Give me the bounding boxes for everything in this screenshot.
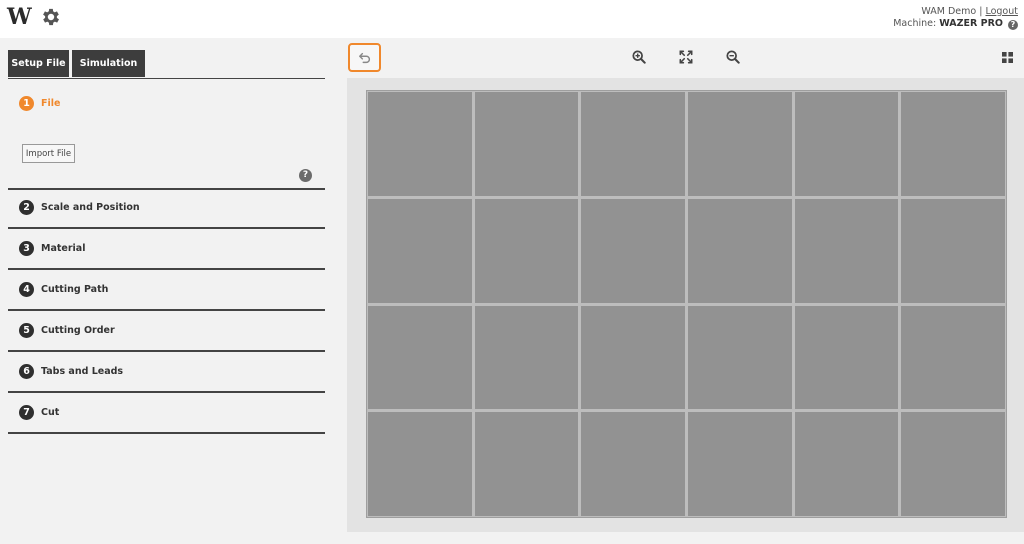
step-label: Cut xyxy=(41,407,60,418)
machine-label: Machine: xyxy=(893,18,937,29)
panel-tabs: Setup File Simulation xyxy=(8,50,325,79)
step-label: Tabs and Leads xyxy=(41,366,124,377)
step-scale-position[interactable]: 2 Scale and Position xyxy=(8,188,325,229)
grid-cell xyxy=(901,412,1005,516)
undo-button[interactable] xyxy=(348,43,381,72)
canvas-toolbar xyxy=(347,38,1024,78)
grid-cell xyxy=(474,412,579,516)
grid-cell xyxy=(368,412,472,516)
machine-help-icon[interactable]: ? xyxy=(1008,20,1018,30)
step-label: Scale and Position xyxy=(41,202,140,213)
user-name: WAM Demo xyxy=(921,6,977,17)
step-cutting-path[interactable]: 4 Cutting Path xyxy=(8,270,325,311)
step-number: 3 xyxy=(19,241,34,256)
grid-cell xyxy=(474,92,579,196)
step-label: Material xyxy=(41,243,86,254)
grid-cell xyxy=(368,305,472,410)
grid-cell xyxy=(368,198,472,303)
help-icon[interactable]: ? xyxy=(299,169,312,182)
step-label[interactable]: File xyxy=(41,96,60,111)
grid-cell xyxy=(687,92,792,196)
grid-cell xyxy=(901,305,1005,410)
step-cutting-order[interactable]: 5 Cutting Order xyxy=(8,311,325,352)
tab-simulation[interactable]: Simulation xyxy=(72,50,145,77)
grid-cell xyxy=(581,92,685,196)
import-file-button[interactable]: Import File xyxy=(22,144,75,163)
zoom-out-icon[interactable] xyxy=(726,50,740,64)
grid-cell xyxy=(901,198,1005,303)
grid-cell xyxy=(581,412,685,516)
zoom-in-icon[interactable] xyxy=(632,50,646,64)
tab-setup-file[interactable]: Setup File xyxy=(8,50,69,77)
grid-cell xyxy=(687,412,792,516)
account-info: WAM Demo | Logout Machine: WAZER PRO ? xyxy=(893,6,1018,30)
grid-cell xyxy=(901,92,1005,196)
app-header: W WAM Demo | Logout Machine: WAZER PRO ? xyxy=(0,0,1024,38)
setup-panel: Setup File Simulation 1 File Import File… xyxy=(0,38,333,544)
logout-link[interactable]: Logout xyxy=(985,6,1018,17)
grid-cell xyxy=(794,305,899,410)
step-cut[interactable]: 7 Cut xyxy=(8,393,325,434)
grid-cell xyxy=(474,198,579,303)
undo-icon xyxy=(359,52,370,64)
grid-cell xyxy=(581,198,685,303)
grid-cell xyxy=(368,92,472,196)
step-material[interactable]: 3 Material xyxy=(8,229,325,270)
gear-icon[interactable] xyxy=(40,6,62,28)
step-number: 7 xyxy=(19,405,34,420)
wazer-logo[interactable]: W xyxy=(7,5,32,29)
fit-screen-icon[interactable] xyxy=(679,50,693,64)
grid-cell xyxy=(581,305,685,410)
grid-cell xyxy=(794,412,899,516)
step-number: 1 xyxy=(19,96,34,111)
grid-cell xyxy=(687,305,792,410)
step-tabs-leads[interactable]: 6 Tabs and Leads xyxy=(8,352,325,393)
grid-cell xyxy=(794,92,899,196)
machine-name: WAZER PRO xyxy=(939,18,1003,29)
grid-view-icon[interactable] xyxy=(1002,52,1013,63)
step-label: Cutting Path xyxy=(41,284,109,295)
separator: | xyxy=(979,6,983,17)
cutting-bed-grid[interactable] xyxy=(366,90,1007,518)
workspace-canvas[interactable] xyxy=(347,78,1024,532)
step-label: Cutting Order xyxy=(41,325,115,336)
grid-cell xyxy=(687,198,792,303)
step-number: 6 xyxy=(19,364,34,379)
grid-cell xyxy=(794,198,899,303)
grid-cell xyxy=(474,305,579,410)
step-number: 5 xyxy=(19,323,34,338)
step-file: 1 File Import File ? xyxy=(8,90,325,190)
step-number: 4 xyxy=(19,282,34,297)
step-number: 2 xyxy=(19,200,34,215)
